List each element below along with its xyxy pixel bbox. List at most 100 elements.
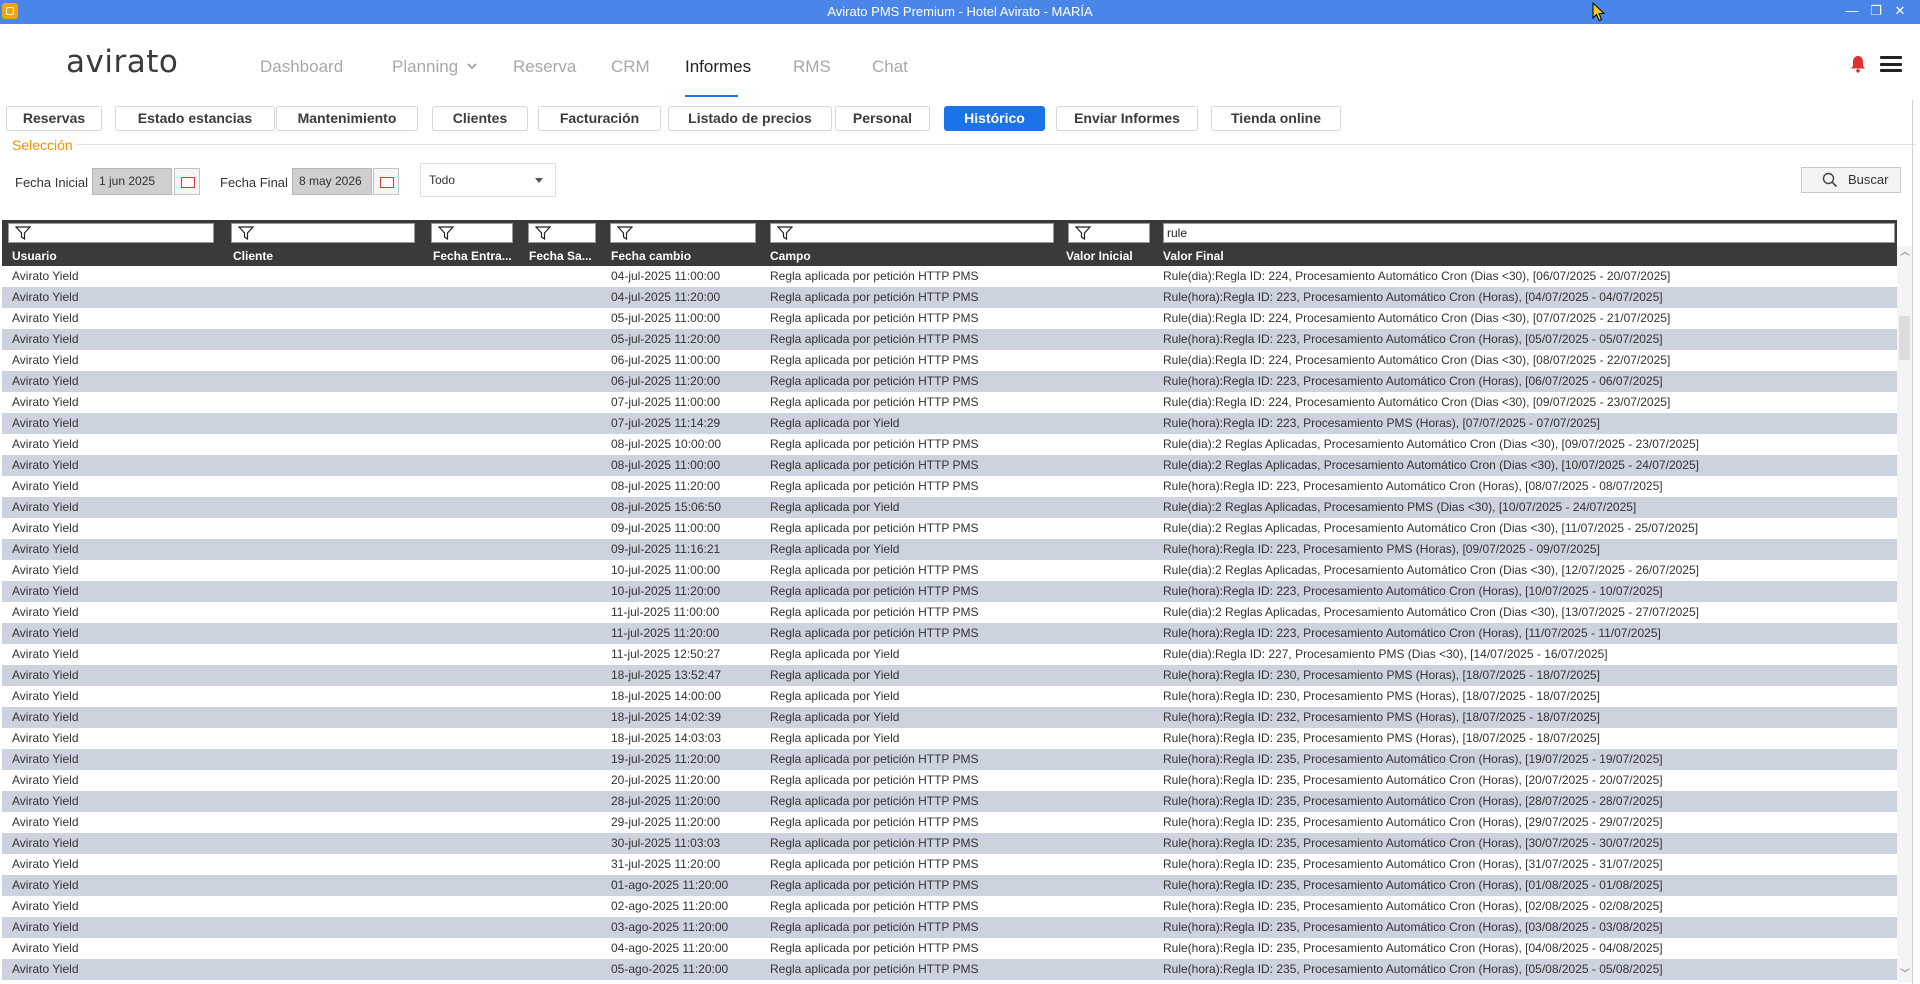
- cell-campo: Regla aplicada por petición HTTP PMS: [770, 290, 979, 304]
- grid-scrollbar[interactable]: ︿ ﹀: [1897, 246, 1912, 982]
- filter-fecha-salida[interactable]: [528, 223, 596, 243]
- cell-campo: Regla aplicada por Yield: [770, 500, 900, 514]
- table-row[interactable]: Avirato Yield 19-jul-2025 11:20:00 Regla a…: [2, 749, 1897, 770]
- scrollbar-thumb[interactable]: [1899, 316, 1910, 360]
- column-header-fecha-entrada[interactable]: Fecha Entra...: [433, 249, 513, 263]
- table-row[interactable]: Avirato Yield 05-jul-2025 11:00:00 Regla a…: [2, 308, 1897, 329]
- column-header-fecha-cambio[interactable]: Fecha cambio: [611, 249, 756, 263]
- minimize-button[interactable]: —: [1842, 2, 1862, 20]
- search-button[interactable]: Buscar: [1801, 167, 1901, 193]
- calendar-icon[interactable]: [174, 168, 200, 195]
- column-header-valor-inicial[interactable]: Valor Inicial: [1066, 249, 1156, 263]
- tab-clientes[interactable]: Clientes: [432, 106, 528, 131]
- tab-estado-estancias[interactable]: Estado estancias: [115, 106, 275, 131]
- column-header-fecha-salida[interactable]: Fecha Sa...: [529, 249, 597, 263]
- filter-valor-inicial[interactable]: [1068, 223, 1150, 243]
- table-row[interactable]: Avirato Yield 04-ago-2025 11:20:00 Regla a…: [2, 938, 1897, 959]
- table-row[interactable]: Avirato Yield 11-jul-2025 12:50:27 Regla a…: [2, 644, 1897, 665]
- table-row[interactable]: Avirato Yield 20-jul-2025 11:20:00 Regla a…: [2, 770, 1897, 791]
- tab-tienda-online[interactable]: Tienda online: [1211, 106, 1341, 131]
- table-row[interactable]: Avirato Yield 18-jul-2025 13:52:47 Regla a…: [2, 665, 1897, 686]
- column-header-valor-final[interactable]: Valor Final: [1163, 249, 1863, 263]
- cell-valor-final: Rule(hora):Regla ID: 223, Procesamiento …: [1163, 416, 1600, 430]
- tab-listado-precios[interactable]: Listado de precios: [668, 106, 832, 131]
- table-row[interactable]: Avirato Yield 30-jul-2025 11:03:03 Regla a…: [2, 833, 1897, 854]
- nav-item-planning[interactable]: Planning: [392, 57, 477, 77]
- column-header-cliente[interactable]: Cliente: [233, 249, 413, 263]
- table-row[interactable]: Avirato Yield 18-jul-2025 14:02:39 Regla a…: [2, 707, 1897, 728]
- table-row[interactable]: Avirato Yield 11-jul-2025 11:00:00 Regla a…: [2, 602, 1897, 623]
- avirato-logo[interactable]: avirato: [66, 44, 178, 80]
- tab-historico[interactable]: Histórico: [944, 106, 1045, 131]
- table-row[interactable]: Avirato Yield 08-jul-2025 15:06:50 Regla a…: [2, 497, 1897, 518]
- tab-facturacion[interactable]: Facturación: [538, 106, 661, 131]
- nav-item-rms[interactable]: RMS: [793, 57, 831, 77]
- nav-item-crm[interactable]: CRM: [611, 57, 650, 77]
- table-row[interactable]: Avirato Yield 04-jul-2025 11:00:00 Regla a…: [2, 266, 1897, 287]
- cell-valor-final: Rule(dia):2 Reglas Aplicadas, Procesamie…: [1163, 563, 1699, 577]
- table-row[interactable]: Avirato Yield 31-jul-2025 11:20:00 Regla a…: [2, 854, 1897, 875]
- table-row[interactable]: Avirato Yield 18-jul-2025 14:03:03 Regla a…: [2, 728, 1897, 749]
- cell-fecha-cambio: 11-jul-2025 12:50:27: [611, 647, 721, 661]
- cell-fecha-cambio: 04-jul-2025 11:20:00: [611, 290, 721, 304]
- table-row[interactable]: Avirato Yield 09-jul-2025 11:00:00 Regla a…: [2, 518, 1897, 539]
- calendar-icon[interactable]: [373, 168, 399, 195]
- table-row[interactable]: Avirato Yield 28-jul-2025 11:20:00 Regla a…: [2, 791, 1897, 812]
- table-row[interactable]: Avirato Yield 07-jul-2025 11:14:29 Regla a…: [2, 413, 1897, 434]
- hamburger-menu-icon[interactable]: [1880, 56, 1902, 72]
- table-row[interactable]: Avirato Yield 03-ago-2025 11:20:00 Regla a…: [2, 917, 1897, 938]
- table-row[interactable]: Avirato Yield 08-jul-2025 11:00:00 Regla a…: [2, 455, 1897, 476]
- filter-campo[interactable]: [770, 223, 1054, 243]
- filter-cliente[interactable]: [231, 223, 415, 243]
- cell-usuario: Avirato Yield: [12, 269, 79, 283]
- scroll-up-icon[interactable]: ︿: [1900, 248, 1910, 258]
- table-row[interactable]: Avirato Yield 07-jul-2025 11:00:00 Regla a…: [2, 392, 1897, 413]
- column-header-usuario[interactable]: Usuario: [12, 249, 212, 263]
- table-row[interactable]: Avirato Yield 09-jul-2025 11:16:21 Regla a…: [2, 539, 1897, 560]
- tab-personal[interactable]: Personal: [835, 106, 930, 131]
- table-row[interactable]: Avirato Yield 10-jul-2025 11:00:00 Regla a…: [2, 560, 1897, 581]
- cell-usuario: Avirato Yield: [12, 836, 79, 850]
- filter-funnel-icon: [15, 226, 31, 240]
- table-row[interactable]: Avirato Yield 11-jul-2025 11:20:00 Regla a…: [2, 623, 1897, 644]
- start-date-field[interactable]: 1 jun 2025: [92, 168, 172, 195]
- table-row[interactable]: Avirato Yield 18-jul-2025 14:00:00 Regla a…: [2, 686, 1897, 707]
- column-header-campo[interactable]: Campo: [770, 249, 1050, 263]
- nav-item-dashboard[interactable]: Dashboard: [260, 57, 343, 77]
- tab-mantenimiento[interactable]: Mantenimiento: [276, 106, 418, 131]
- maximize-button[interactable]: ❐: [1866, 2, 1886, 20]
- filter-type-select[interactable]: Todo: [420, 163, 556, 197]
- end-date-field[interactable]: 8 may 2026: [292, 168, 372, 195]
- tab-reservas[interactable]: Reservas: [6, 106, 102, 131]
- cell-campo: Regla aplicada por petición HTTP PMS: [770, 521, 979, 535]
- table-row[interactable]: Avirato Yield 04-jul-2025 11:20:00 Regla a…: [2, 287, 1897, 308]
- cell-fecha-cambio: 19-jul-2025 11:20:00: [611, 752, 721, 766]
- filter-fecha-cambio[interactable]: [610, 223, 756, 243]
- table-row[interactable]: Avirato Yield 10-jul-2025 11:20:00 Regla a…: [2, 581, 1897, 602]
- table-row[interactable]: Avirato Yield 08-jul-2025 10:00:00 Regla a…: [2, 434, 1897, 455]
- table-row[interactable]: Avirato Yield 29-jul-2025 11:20:00 Regla a…: [2, 812, 1897, 833]
- tab-enviar-informes[interactable]: Enviar Informes: [1056, 106, 1198, 131]
- scroll-down-icon[interactable]: ﹀: [1900, 970, 1910, 980]
- table-row[interactable]: Avirato Yield 08-jul-2025 11:20:00 Regla a…: [2, 476, 1897, 497]
- filter-valor-final[interactable]: rule: [1163, 223, 1895, 243]
- nav-item-reserva[interactable]: Reserva: [513, 57, 576, 77]
- table-row[interactable]: Avirato Yield 06-jul-2025 11:20:00 Regla a…: [2, 371, 1897, 392]
- close-button[interactable]: ✕: [1890, 2, 1910, 20]
- cell-usuario: Avirato Yield: [12, 773, 79, 787]
- start-date-label: Fecha Inicial: [15, 175, 88, 190]
- filter-fecha-entrada[interactable]: [431, 223, 513, 243]
- chevron-down-icon: [535, 178, 543, 183]
- bell-icon[interactable]: [1850, 55, 1866, 73]
- table-row[interactable]: Avirato Yield 05-ago-2025 11:20:00 Regla a…: [2, 959, 1897, 980]
- filter-usuario[interactable]: [8, 223, 214, 243]
- nav-item-informes[interactable]: Informes: [685, 57, 751, 77]
- table-row[interactable]: Avirato Yield 06-jul-2025 11:00:00 Regla a…: [2, 350, 1897, 371]
- table-row[interactable]: Avirato Yield 02-ago-2025 11:20:00 Regla a…: [2, 896, 1897, 917]
- table-row[interactable]: Avirato Yield 01-ago-2025 11:20:00 Regla a…: [2, 875, 1897, 896]
- cell-valor-final: Rule(hora):Regla ID: 223, Procesamiento …: [1163, 374, 1663, 388]
- nav-item-chat[interactable]: Chat: [872, 57, 908, 77]
- table-row[interactable]: Avirato Yield 05-jul-2025 11:20:00 Regla a…: [2, 329, 1897, 350]
- cell-valor-final: Rule(dia):2 Reglas Aplicadas, Procesamie…: [1163, 500, 1637, 514]
- cell-valor-final: Rule(hora):Regla ID: 235, Procesamiento …: [1163, 962, 1663, 976]
